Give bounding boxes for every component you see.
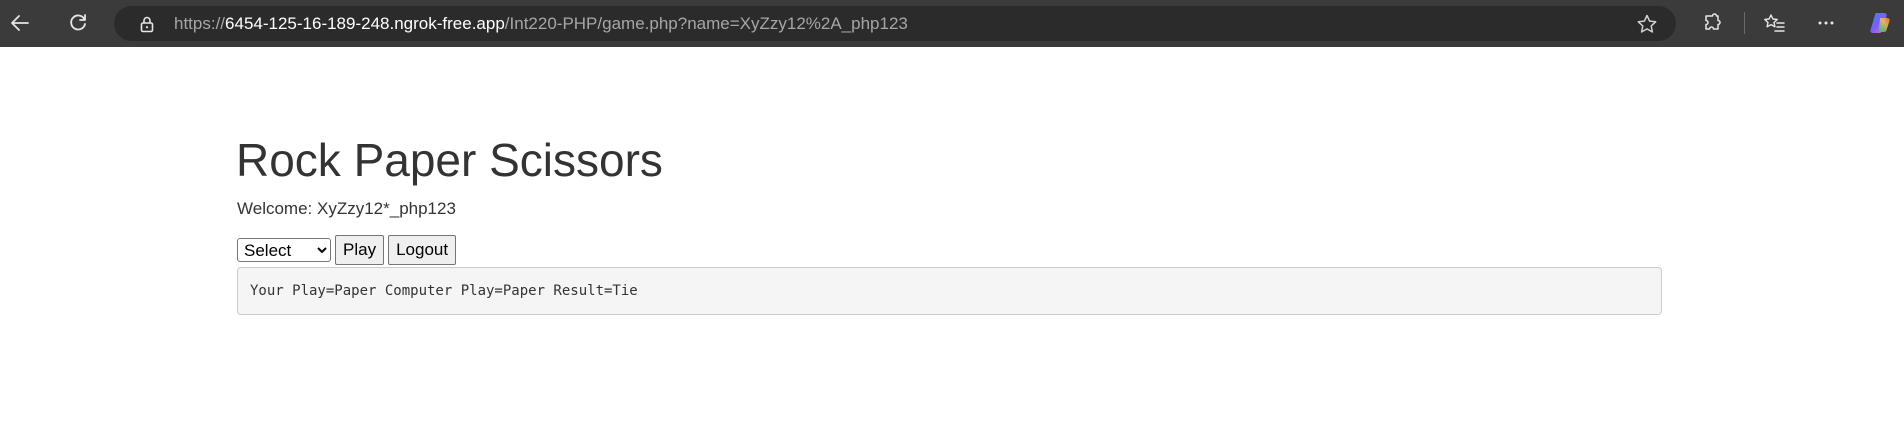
result-output: Your Play=Paper Computer Play=Paper Resu…	[237, 267, 1662, 315]
refresh-button[interactable]	[60, 6, 96, 40]
refresh-icon	[70, 14, 86, 31]
more-button[interactable]	[1808, 6, 1844, 40]
star-icon[interactable]	[1636, 13, 1658, 35]
toolbar-divider	[1744, 12, 1745, 34]
more-icon	[1818, 21, 1834, 25]
back-button[interactable]	[2, 6, 38, 40]
copilot-button[interactable]	[1862, 6, 1898, 40]
favorites-icon	[1764, 14, 1785, 32]
play-form: Select Play Logout	[237, 235, 457, 265]
url-host: 6454-125-16-189-248.ngrok-free.app	[225, 14, 505, 33]
page-title: Rock Paper Scissors	[236, 134, 663, 186]
url-path: /Int220-PHP/game.php?name=XyZzy12%2A_php…	[504, 14, 908, 33]
url-scheme: https://	[174, 14, 226, 33]
copilot-icon	[1870, 13, 1890, 33]
logout-button[interactable]: Logout	[388, 235, 457, 265]
extensions-button[interactable]	[1694, 6, 1730, 40]
play-select[interactable]: Select	[237, 238, 331, 262]
address-bar[interactable]: https://6454-125-16-189-248.ngrok-free.a…	[114, 6, 1676, 41]
extensions-icon	[1705, 13, 1721, 30]
url-text[interactable]: https://6454-125-16-189-248.ngrok-free.a…	[174, 6, 908, 41]
browser-toolbar: https://6454-125-16-189-248.ngrok-free.a…	[0, 0, 1904, 47]
favorites-button[interactable]	[1756, 6, 1792, 40]
lock-icon[interactable]	[138, 15, 156, 33]
back-arrow-icon	[11, 15, 29, 31]
welcome-text: Welcome: XyZzy12*_php123	[237, 199, 456, 218]
play-button[interactable]: Play	[335, 235, 385, 265]
